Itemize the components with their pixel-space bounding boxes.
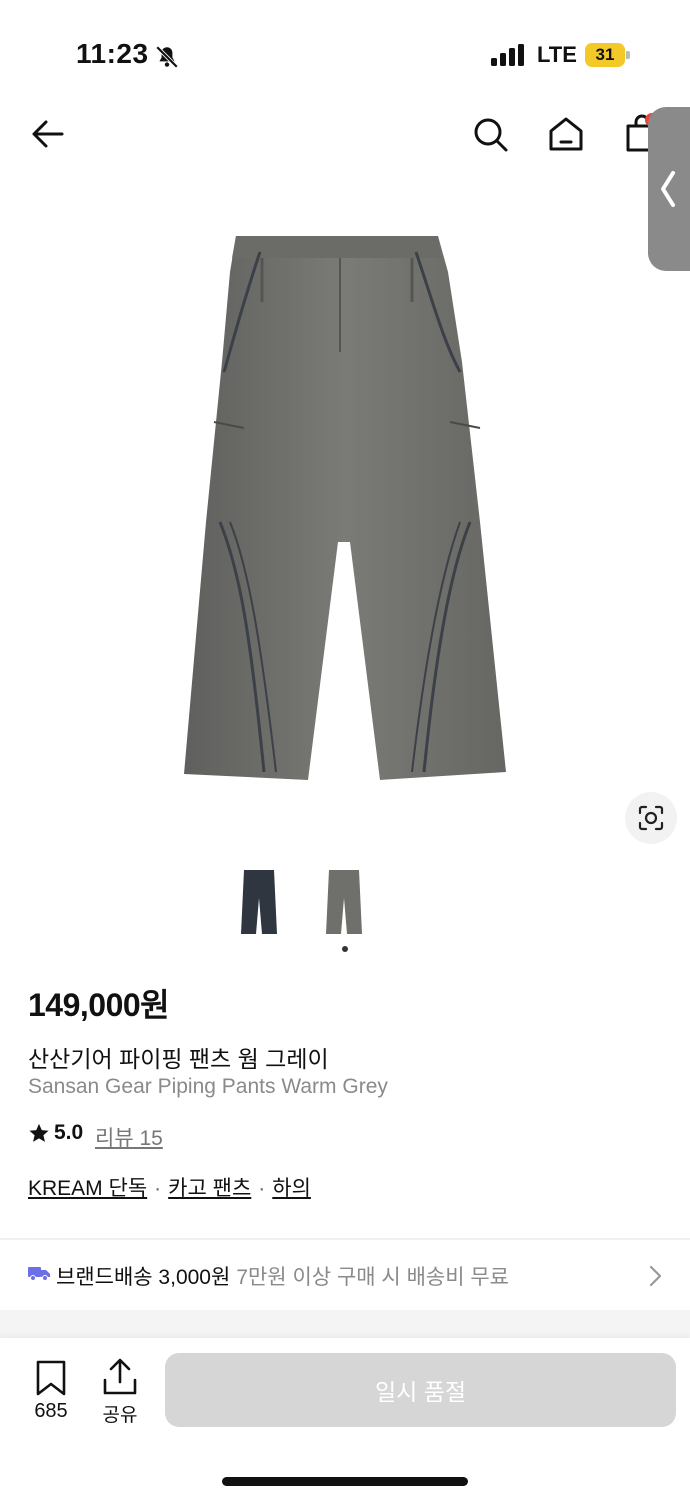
- carousel-indicator: [342, 946, 348, 952]
- home-indicator: [222, 1477, 468, 1486]
- signal-icon: [491, 44, 524, 66]
- bookmark-icon[interactable]: [34, 1360, 68, 1396]
- tag-cargo-pants[interactable]: 카고 팬츠: [168, 1177, 251, 1200]
- tag-kream-exclusive[interactable]: KREAM 단독: [28, 1177, 147, 1200]
- tag-bottoms[interactable]: 하의: [272, 1177, 311, 1200]
- rating-value: 5.0: [54, 1121, 84, 1144]
- product-name-korean: 산산기어 파이핑 팬츠 웜 그레이: [28, 1046, 329, 1072]
- bell-muted-icon: [155, 45, 179, 69]
- side-drawer-handle[interactable]: [648, 107, 690, 271]
- lens-icon: [638, 805, 664, 831]
- battery-level: 31: [595, 45, 615, 64]
- product-tags: KREAM 단독 · 카고 팬츠 · 하의: [28, 1172, 311, 1202]
- review-link[interactable]: 리뷰 15: [95, 1122, 163, 1152]
- home-icon[interactable]: [546, 114, 586, 154]
- back-arrow-icon[interactable]: [28, 114, 68, 154]
- search-icon[interactable]: [470, 114, 510, 154]
- bookmark-count: 685: [34, 1400, 68, 1422]
- image-search-button[interactable]: [625, 792, 677, 844]
- status-time: 11:23: [76, 38, 149, 69]
- truck-icon: [28, 1267, 50, 1281]
- tag-separator: ·: [258, 1177, 266, 1200]
- delivery-free-condition: 7만원 이상 구매 시 배송비 무료: [236, 1266, 510, 1289]
- star-icon: [29, 1123, 49, 1142]
- product-rating: 5.0: [28, 1121, 83, 1145]
- thumbnail-grey[interactable]: [325, 868, 363, 936]
- chevron-left-icon: [661, 171, 675, 207]
- delivery-text: 브랜드배송 3,000원 7만원 이상 구매 시 배송비 무료: [56, 1261, 509, 1291]
- delivery-fee: 브랜드배송 3,000원: [56, 1266, 231, 1289]
- chevron-right-icon: [649, 1265, 662, 1287]
- product-image[interactable]: [180, 232, 510, 792]
- product-name-english: Sansan Gear Piping Pants Warm Grey: [28, 1075, 388, 1098]
- thumbnail-navy[interactable]: [240, 868, 278, 936]
- product-price: 149,000원: [28, 987, 170, 1023]
- battery-icon: 31: [585, 43, 631, 69]
- network-type: LTE: [537, 42, 577, 67]
- share-label: 공유: [102, 1405, 138, 1426]
- share-icon[interactable]: [102, 1358, 138, 1396]
- soldout-button[interactable]: 일시 품절: [165, 1353, 676, 1427]
- status-bar: 11:23 LTE 31: [0, 0, 690, 100]
- tag-separator: ·: [154, 1177, 162, 1200]
- section-gap: [0, 1310, 690, 1338]
